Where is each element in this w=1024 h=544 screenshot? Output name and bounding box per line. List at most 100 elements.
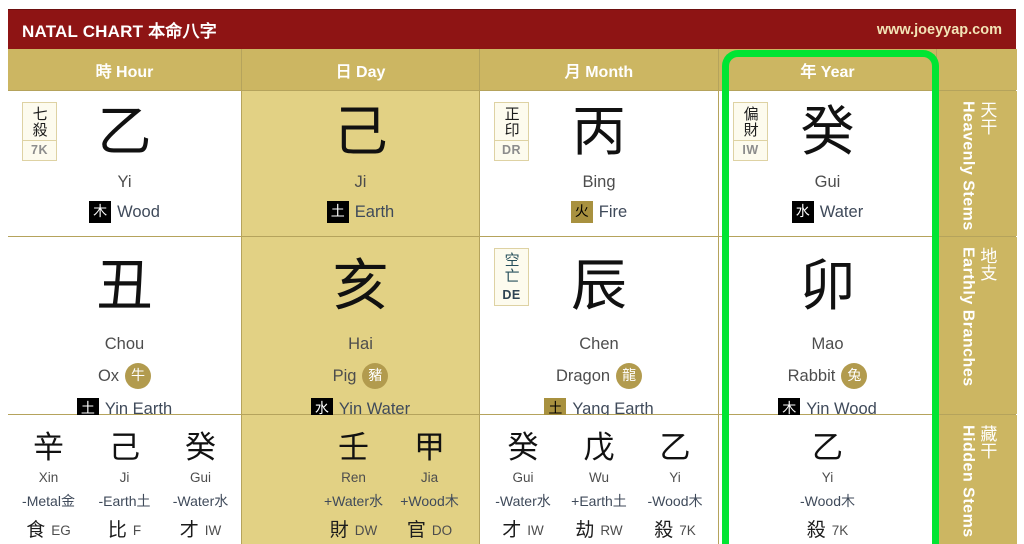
natal-chart: NATAL CHART 本命八字 www.joeyyap.com 時 Hour …: [0, 0, 1024, 544]
column-header-year[interactable]: 年 Year: [719, 49, 936, 90]
hidden-stem-ten-god: 比 F: [108, 521, 141, 540]
hidden-stem-element: -Earth土: [98, 493, 151, 509]
hidden-stem-character: 乙: [812, 430, 843, 466]
page-title: NATAL CHART 本命八字: [22, 22, 217, 41]
hidden-stem-ten-god: 才 IW: [180, 521, 222, 540]
element-label: Earth: [354, 202, 395, 221]
hidden-stem-element: -Water水: [495, 493, 551, 509]
ten-god-badge-abbr: DR: [495, 140, 528, 160]
branch-cell-month[interactable]: 空亡 DE 辰 Chen Dragon 龍 土 Yang Earth: [480, 237, 718, 420]
ten-god-abbr: IW: [527, 523, 544, 538]
hidden-stems-cell-year[interactable]: 乙 Yi -Wood木 殺 7K: [719, 415, 936, 544]
hidden-stems-cell-month[interactable]: 癸 Gui -Water水 才 IW 戊 Wu +Earth土 劫 RW 乙 Y…: [480, 415, 718, 544]
hidden-stem-item[interactable]: 辛 Xin -Metal金 食 EG: [11, 433, 87, 540]
stem-character: 丙: [572, 100, 626, 163]
ten-god-abbr: 7K: [831, 523, 849, 538]
ten-god-badge-year-stem[interactable]: 偏財 IW: [733, 102, 768, 161]
ten-god-abbr: RW: [600, 523, 623, 538]
animal-badge: 牛: [125, 363, 152, 389]
element-badge: 木: [89, 201, 112, 223]
ten-god-cn: 殺: [654, 519, 674, 541]
column-header-day[interactable]: 日 Day: [242, 49, 479, 90]
ten-god-abbr: EG: [51, 523, 71, 538]
column-header-row-label-spacer: [937, 49, 1017, 90]
ten-god-cn: 官: [406, 519, 426, 541]
ten-god-cn: 劫: [575, 519, 595, 541]
stem-character: 癸: [800, 100, 855, 163]
hidden-stem-element: +Wood木: [400, 493, 459, 509]
ten-god-cn: 食: [26, 519, 46, 541]
stem-romanization: Bing: [582, 173, 616, 191]
hidden-stem-item[interactable]: 癸 Gui -Water水 才 IW: [485, 433, 561, 540]
ten-god-cn: 才: [502, 519, 522, 541]
hidden-stem-item[interactable]: 乙 Yi -Wood木 殺 7K: [637, 433, 713, 540]
row-label-en: Earthly Branches: [959, 247, 977, 387]
stem-cell-day[interactable]: 己 Ji 土 Earth: [242, 91, 479, 236]
stem-cell-hour[interactable]: 七殺 7K 乙 Yi 木 Wood: [8, 91, 241, 236]
hidden-stem-item[interactable]: 戊 Wu +Earth土 劫 RW: [561, 433, 637, 540]
stem-romanization: Yi: [117, 173, 132, 191]
row-label-earthly-branches: Earthly Branches 地支: [937, 237, 1017, 414]
branch-cell-hour[interactable]: 丑 Chou Ox 牛 土 Yin Earth: [8, 237, 241, 420]
hidden-stem-romanization: Ji: [119, 470, 130, 485]
hidden-stem-item[interactable]: 乙 Yi -Wood木 殺 7K: [790, 433, 866, 540]
branch-animal-row: Ox 牛: [98, 363, 152, 389]
hidden-stem-element: -Wood木: [647, 493, 703, 509]
ten-god-abbr: DO: [431, 523, 453, 538]
hidden-stem-ten-god: 食 EG: [26, 521, 71, 540]
hidden-stems-cell-day[interactable]: 壬 Ren +Water水 財 DW 甲 Jia +Wood木 官 DO: [242, 415, 479, 544]
animal-label: Dragon: [555, 366, 611, 385]
void-badge-cn: 空亡: [502, 252, 521, 284]
branch-romanization: Mao: [811, 335, 844, 353]
hidden-stem-character: 癸: [185, 430, 216, 466]
stem-element-row: 土 Earth: [326, 201, 395, 223]
hidden-stem-romanization: Wu: [588, 470, 609, 485]
ten-god-cn: 財: [329, 519, 349, 541]
row-label-heavenly-stems: Heavenly Stems 天干: [937, 91, 1017, 236]
ten-god-abbr: 7K: [679, 523, 696, 538]
hidden-stems-cell-hour[interactable]: 辛 Xin -Metal金 食 EG 己 Ji -Earth土 比 F 癸 Gu…: [8, 415, 241, 544]
website-label: www.joeyyap.com: [876, 21, 1002, 38]
hidden-stem-item[interactable]: 己 Ji -Earth土 比 F: [87, 433, 163, 540]
ten-god-abbr: IW: [204, 523, 222, 538]
chart-title-bar: NATAL CHART 本命八字 www.joeyyap.com: [8, 9, 1016, 49]
element-badge: 火: [570, 201, 593, 223]
void-emptiness-badge-month[interactable]: 空亡 DE: [494, 248, 529, 306]
stem-character: 乙: [97, 100, 152, 163]
column-header-hour[interactable]: 時 Hour: [8, 49, 241, 90]
row-label-cn: 藏干: [977, 425, 997, 459]
ten-god-abbr: DW: [354, 523, 378, 538]
hidden-stem-ten-god: 劫 RW: [575, 521, 622, 540]
row-label-hidden-stems: Hidden Stems 藏干: [937, 415, 1017, 544]
branch-cell-day[interactable]: 亥 Hai Pig 豬 水 Yin Water: [242, 237, 479, 420]
branch-cell-year[interactable]: 卯 Mao Rabbit 兔 木 Yin Wood: [719, 237, 936, 420]
hidden-stem-character: 辛: [33, 430, 64, 466]
stem-cell-year[interactable]: 偏財 IW 癸 Gui 水 Water: [719, 91, 936, 236]
branch-animal-row: Dragon 龍: [555, 363, 643, 389]
animal-label: Pig: [332, 366, 357, 385]
hidden-stem-character: 癸: [507, 430, 539, 466]
stem-character: 己: [333, 100, 388, 163]
hidden-stem-romanization: Gui: [189, 470, 211, 485]
hidden-stem-romanization: Gui: [512, 470, 534, 485]
column-header-month[interactable]: 月 Month: [480, 49, 718, 90]
ten-god-badge-month-stem[interactable]: 正印 DR: [494, 102, 529, 161]
ten-god-badge-hour-stem[interactable]: 七殺 7K: [22, 102, 57, 161]
branch-romanization: Chou: [104, 335, 145, 353]
element-label: Fire: [598, 202, 628, 221]
element-label: Wood: [117, 202, 160, 221]
hidden-stem-item[interactable]: 癸 Gui -Water水 才 IW: [163, 433, 239, 540]
stem-cell-month[interactable]: 正印 DR 丙 Bing 火 Fire: [480, 91, 718, 236]
animal-label: Rabbit: [787, 366, 836, 385]
hidden-stem-ten-god: 財 DW: [330, 521, 378, 540]
branch-romanization: Chen: [579, 335, 619, 353]
hidden-stem-item[interactable]: 甲 Jia +Wood木 官 DO: [392, 433, 468, 540]
row-label-cn: 天干: [977, 101, 997, 135]
branch-character: 卯: [799, 254, 856, 319]
hidden-stem-character: 己: [109, 430, 140, 466]
ten-god-badge-cn: 偏財: [741, 106, 760, 138]
hidden-stem-item[interactable]: 壬 Ren +Water水 財 DW: [316, 433, 392, 540]
ten-god-badge-abbr: IW: [734, 140, 767, 160]
hidden-stem-ten-god: 殺 7K: [654, 521, 696, 540]
ten-god-badge-cn: 正印: [502, 106, 521, 138]
